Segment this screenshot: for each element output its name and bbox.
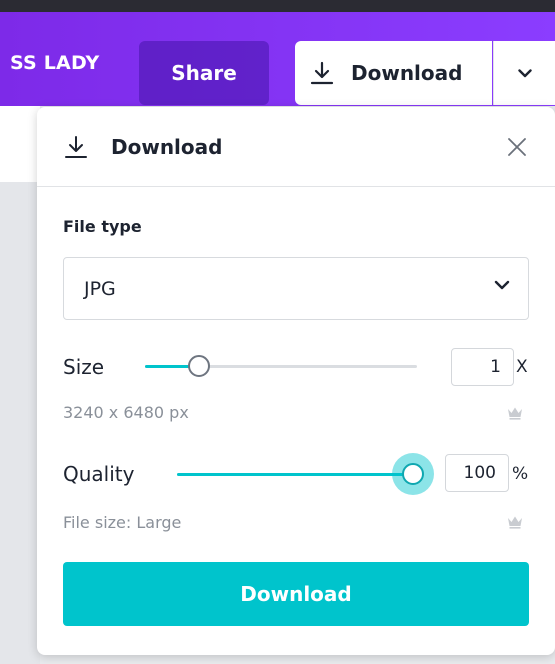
share-button[interactable]: Share bbox=[139, 41, 269, 105]
size-label: Size bbox=[63, 355, 105, 379]
editor-canvas-edge bbox=[0, 106, 40, 664]
quality-unit: % bbox=[512, 464, 529, 484]
chevron-down-icon bbox=[517, 68, 532, 77]
download-button[interactable]: Download bbox=[295, 41, 492, 105]
file-type-label: File type bbox=[63, 217, 142, 236]
close-button[interactable] bbox=[505, 135, 529, 159]
download-button-label: Download bbox=[351, 61, 463, 85]
quality-label: Quality bbox=[63, 462, 135, 486]
file-type-value: JPG bbox=[84, 277, 116, 300]
canvas-toolbar-edge bbox=[0, 106, 40, 182]
size-unit: X bbox=[516, 357, 528, 377]
size-dimensions: 3240 x 6480 px bbox=[63, 403, 189, 422]
download-icon bbox=[65, 135, 87, 158]
download-icon bbox=[310, 61, 334, 85]
file-type-select[interactable]: JPG bbox=[63, 257, 529, 320]
file-size-estimate: File size: Large bbox=[63, 513, 182, 532]
quality-slider-handle[interactable] bbox=[402, 463, 424, 485]
quality-slider[interactable] bbox=[177, 463, 424, 485]
editor-header: SS LADY Share Download bbox=[0, 12, 555, 106]
quality-input[interactable]: 100 bbox=[445, 454, 509, 492]
size-slider[interactable] bbox=[145, 355, 417, 377]
size-input[interactable]: 1 bbox=[451, 348, 514, 386]
size-slider-handle[interactable] bbox=[188, 355, 211, 377]
crown-icon bbox=[508, 516, 522, 529]
crown-icon bbox=[508, 407, 522, 420]
chevron-down-icon bbox=[494, 280, 510, 290]
download-options-toggle[interactable] bbox=[493, 41, 555, 105]
document-title[interactable]: SS LADY bbox=[10, 52, 100, 74]
quality-slider-fill bbox=[177, 473, 413, 476]
close-icon bbox=[508, 138, 526, 156]
download-panel: Download File type JPG Size 1 X 3240 x 6… bbox=[37, 107, 555, 655]
panel-header: Download bbox=[37, 107, 555, 187]
panel-title: Download bbox=[111, 134, 223, 159]
download-confirm-button[interactable]: Download bbox=[63, 562, 529, 626]
window-top-strip bbox=[0, 0, 555, 12]
